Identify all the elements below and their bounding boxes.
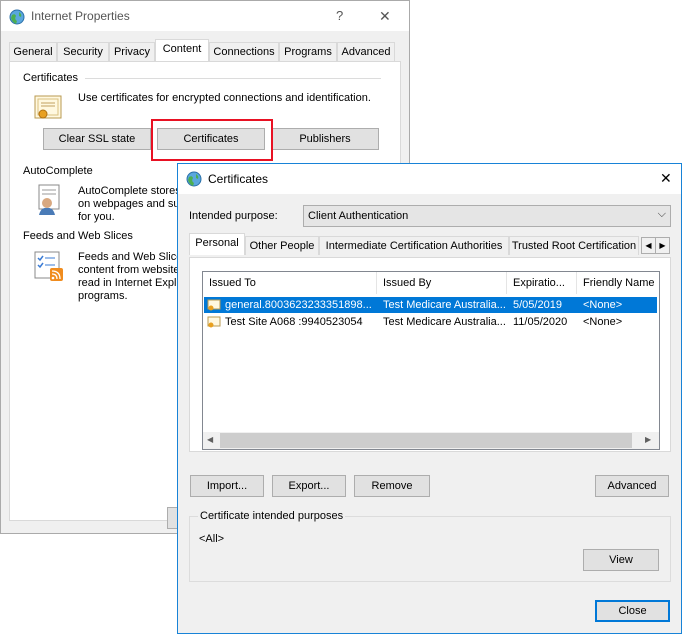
cell-expiration: 5/05/2019 bbox=[513, 299, 562, 311]
autocomplete-desc-line-3: for you. bbox=[78, 211, 115, 223]
certificates-description: Use certificates for encrypted connectio… bbox=[78, 92, 371, 104]
certificates-window: Certificates ✕ Intended purpose: Client … bbox=[177, 163, 682, 634]
feeds-group-label: Feeds and Web Slices bbox=[23, 230, 133, 242]
intended-purposes-value: <All> bbox=[199, 533, 225, 545]
tab-other-people[interactable]: Other People bbox=[245, 236, 319, 255]
intended-purpose-label: Intended purpose: bbox=[189, 210, 278, 222]
close-icon[interactable]: ✕ bbox=[379, 8, 391, 25]
cert-window-title: Certificates bbox=[208, 172, 269, 186]
intended-purpose-value: Client Authentication bbox=[308, 210, 409, 222]
tab-strip: General Security Privacy Content Connect… bbox=[9, 39, 399, 62]
feeds-desc-line-2: content from website bbox=[78, 264, 180, 276]
intended-purposes-label: Certificate intended purposes bbox=[198, 510, 346, 522]
table-row[interactable]: general.8003623233351898... Test Medicar… bbox=[204, 297, 657, 313]
certificate-icon bbox=[34, 95, 62, 119]
feeds-desc-line-4: programs. bbox=[78, 290, 128, 302]
cell-issued-to: general.8003623233351898... bbox=[225, 299, 372, 311]
scroll-right-icon[interactable]: ▶ bbox=[645, 435, 651, 444]
export-button[interactable]: Export... bbox=[272, 475, 346, 497]
tab-general[interactable]: General bbox=[9, 42, 57, 61]
horizontal-scrollbar[interactable]: ◀ ▶ bbox=[203, 432, 659, 449]
close-button[interactable]: Close bbox=[595, 600, 670, 622]
cell-issued-by: Test Medicare Australia... bbox=[383, 299, 505, 311]
publishers-button[interactable]: Publishers bbox=[271, 128, 379, 150]
tab-scroll-left-button[interactable]: ◀ bbox=[641, 237, 656, 254]
cell-expiration: 11/05/2020 bbox=[513, 316, 568, 328]
tab-programs[interactable]: Programs bbox=[279, 42, 337, 61]
tab-personal[interactable]: Personal bbox=[189, 233, 245, 255]
close-icon[interactable]: ✕ bbox=[660, 170, 672, 187]
column-issued-to[interactable]: Issued To bbox=[203, 272, 377, 294]
view-button[interactable]: View bbox=[583, 549, 659, 571]
tab-scroll-right-button[interactable]: ▶ bbox=[655, 237, 670, 254]
cell-issued-to: Test Site A068 :9940523054 bbox=[225, 316, 363, 328]
remove-button[interactable]: Remove bbox=[354, 475, 430, 497]
globe-icon bbox=[9, 9, 25, 25]
cert-title-bar: Certificates ✕ bbox=[178, 164, 681, 194]
title-bar: Internet Properties ? ✕ bbox=[1, 1, 409, 31]
scroll-left-icon[interactable]: ◀ bbox=[207, 435, 213, 444]
tab-connections[interactable]: Connections bbox=[209, 42, 279, 61]
certificate-icon bbox=[207, 299, 221, 311]
window-title: Internet Properties bbox=[31, 9, 130, 23]
autocomplete-icon bbox=[38, 184, 60, 215]
cert-tab-strip: Personal Other People Intermediate Certi… bbox=[189, 233, 670, 258]
autocomplete-group-label: AutoComplete bbox=[23, 165, 93, 177]
tab-security[interactable]: Security bbox=[57, 42, 109, 61]
intended-purpose-select[interactable]: Client Authentication ⌵ bbox=[303, 205, 671, 227]
autocomplete-desc-line-2: on webpages and sug bbox=[78, 198, 186, 210]
column-friendly-name[interactable]: Friendly Name bbox=[577, 272, 659, 294]
tab-privacy[interactable]: Privacy bbox=[109, 42, 155, 61]
cell-friendly-name: <None> bbox=[583, 316, 623, 328]
certificate-icon bbox=[207, 316, 221, 328]
feeds-desc-line-3: read in Internet Exple bbox=[78, 277, 183, 289]
certificate-list[interactable]: Issued To Issued By Expiratio... Friendl… bbox=[202, 271, 660, 450]
table-row[interactable]: Test Site A068 :9940523054 Test Medicare… bbox=[204, 314, 657, 330]
clear-ssl-state-button[interactable]: Clear SSL state bbox=[43, 128, 151, 150]
import-button[interactable]: Import... bbox=[190, 475, 264, 497]
autocomplete-desc-line-1: AutoComplete stores bbox=[78, 185, 181, 197]
column-expiration[interactable]: Expiratio... bbox=[507, 272, 577, 294]
feeds-icon bbox=[34, 251, 63, 281]
advanced-button[interactable]: Advanced bbox=[595, 475, 669, 497]
tab-intermediate-ca[interactable]: Intermediate Certification Authorities bbox=[319, 236, 509, 255]
scrollbar-thumb[interactable] bbox=[220, 433, 632, 448]
tab-trusted-root-ca[interactable]: Trusted Root Certification bbox=[509, 236, 639, 255]
tab-advanced[interactable]: Advanced bbox=[337, 42, 395, 61]
certificates-group-label: Certificates bbox=[23, 72, 79, 84]
cell-friendly-name: <None> bbox=[583, 299, 623, 311]
help-button[interactable]: ? bbox=[336, 8, 343, 23]
tab-content[interactable]: Content bbox=[155, 39, 209, 61]
cell-issued-by: Test Medicare Australia... bbox=[383, 316, 505, 328]
column-issued-by[interactable]: Issued By bbox=[377, 272, 507, 294]
chevron-down-icon: ⌵ bbox=[657, 208, 666, 220]
highlight-box bbox=[151, 119, 273, 161]
globe-icon bbox=[186, 171, 202, 187]
divider bbox=[85, 78, 381, 79]
list-header: Issued To Issued By Expiratio... Friendl… bbox=[203, 272, 659, 294]
feeds-desc-line-1: Feeds and Web Slices bbox=[78, 251, 188, 263]
